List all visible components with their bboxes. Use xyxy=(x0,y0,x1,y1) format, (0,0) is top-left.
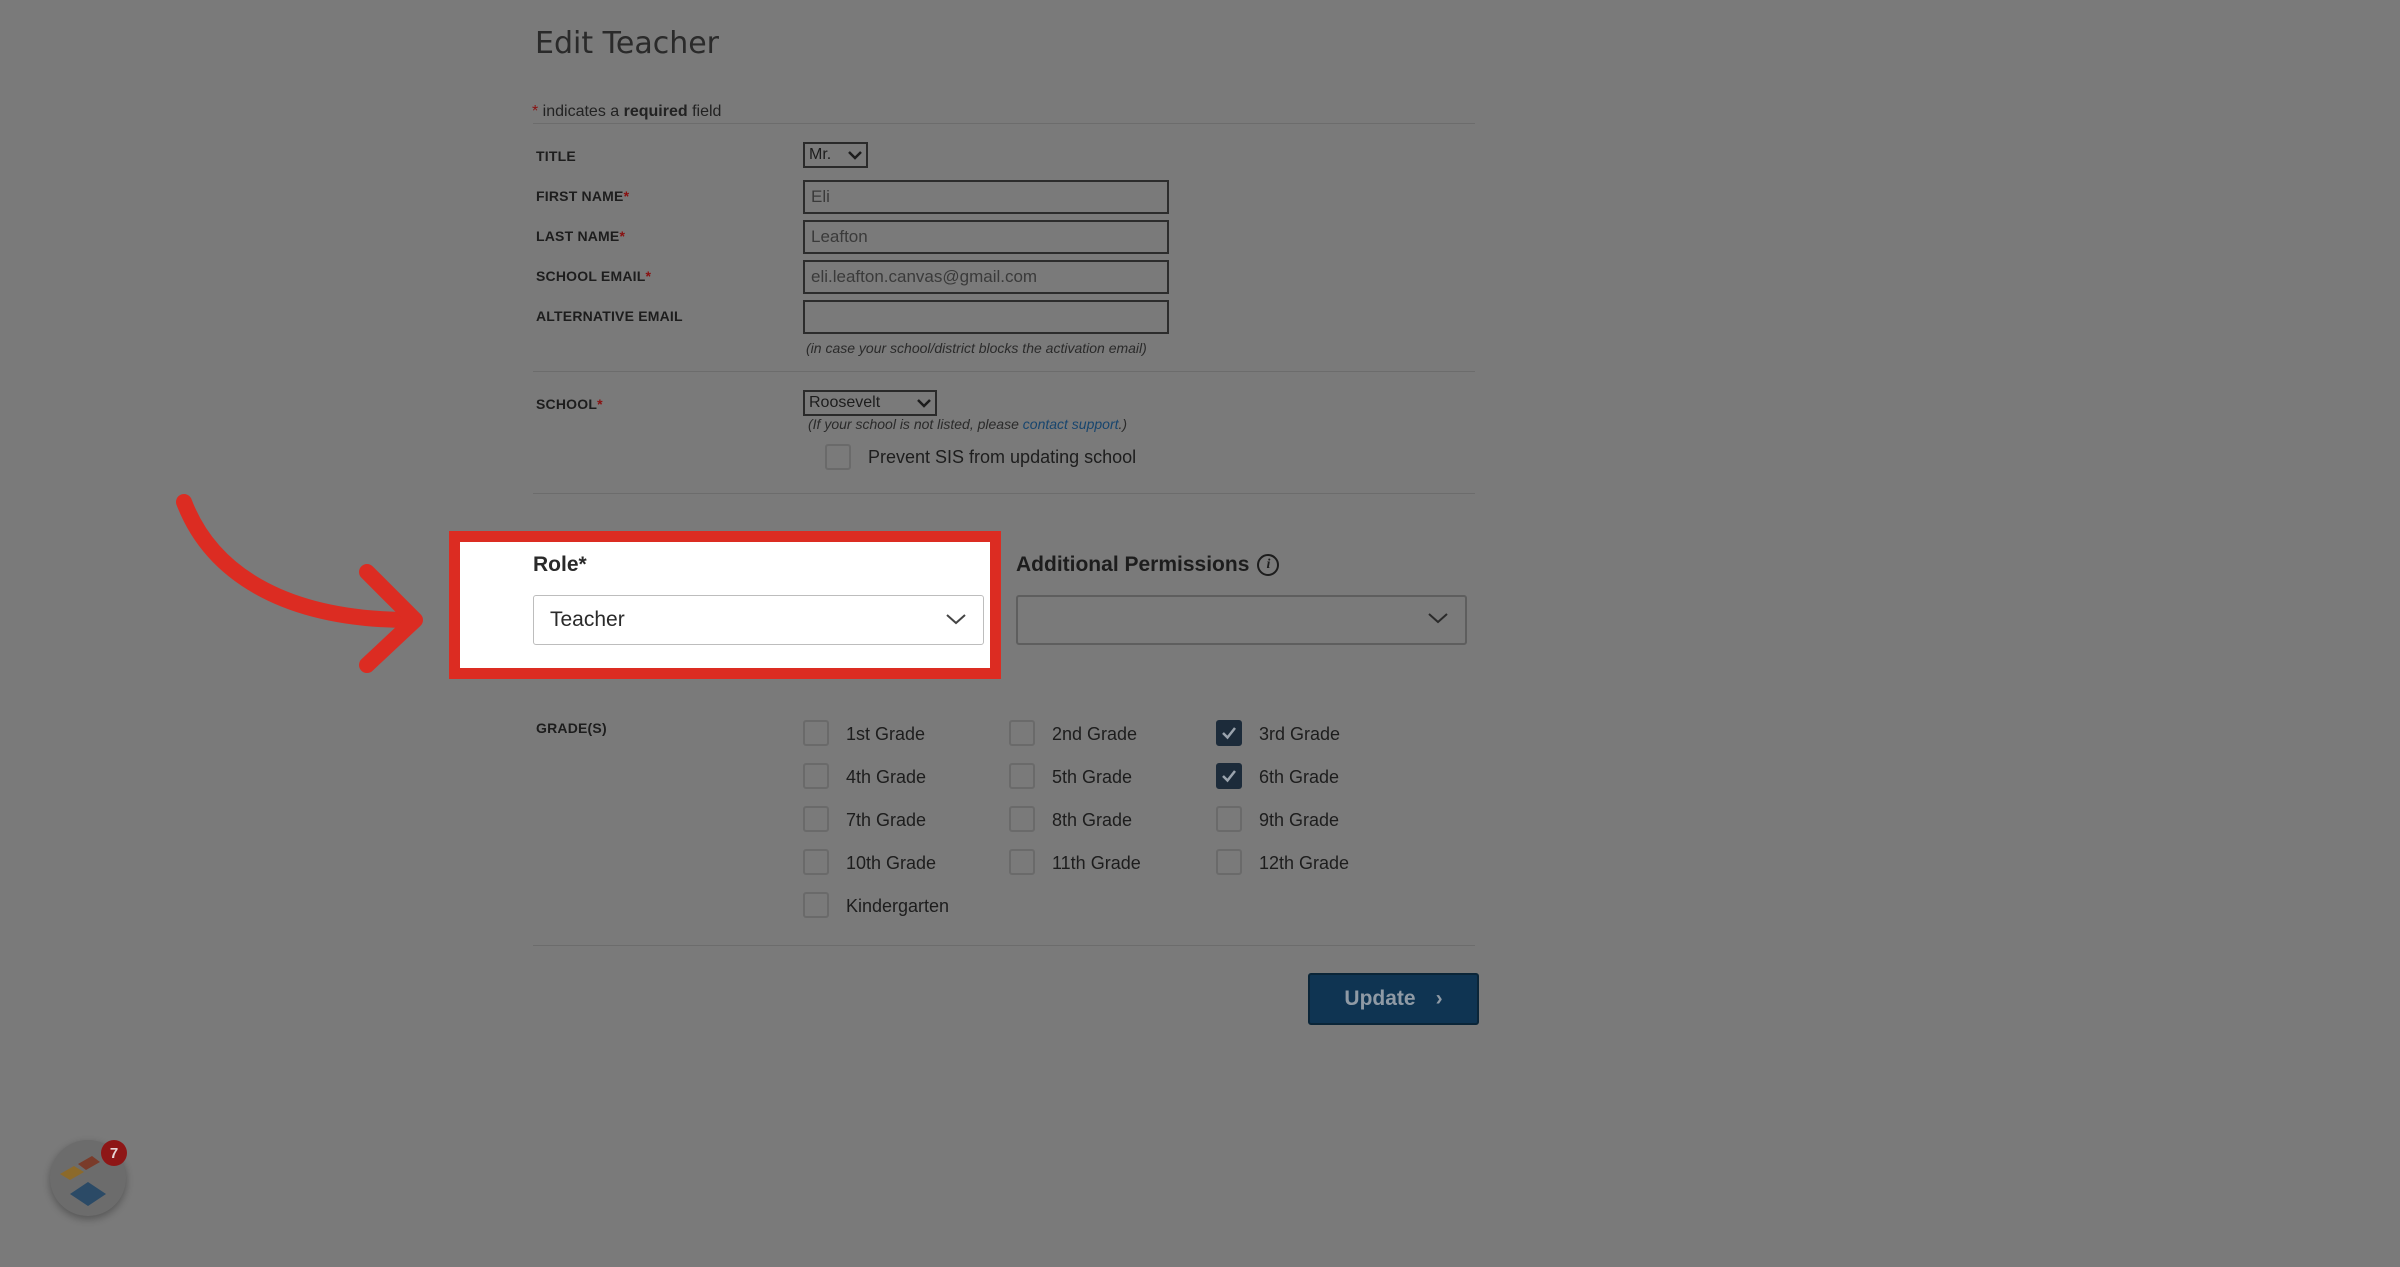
school-select[interactable]: Roosevelt xyxy=(803,390,937,416)
page-title: Edit Teacher xyxy=(535,26,719,61)
grade-checkbox[interactable] xyxy=(1009,849,1035,875)
grade-checkbox[interactable] xyxy=(803,763,829,789)
first-name-label-text: FIRST NAME xyxy=(536,188,624,204)
last-name-label: LAST NAME* xyxy=(536,228,625,244)
first-name-label: FIRST NAME* xyxy=(536,188,629,204)
school-hint: (If your school is not listed, please co… xyxy=(808,416,1127,432)
required-note-tail: field xyxy=(687,103,722,120)
chevron-down-icon xyxy=(1427,611,1449,630)
school-email-input[interactable] xyxy=(803,260,1169,294)
first-name-input[interactable] xyxy=(803,180,1169,214)
required-star: * xyxy=(645,268,652,284)
grade-checkbox[interactable] xyxy=(1009,806,1035,832)
grade-checkbox[interactable] xyxy=(1216,806,1242,832)
school-email-label: SCHOOL EMAIL* xyxy=(536,268,651,284)
school-select-value: Roosevelt xyxy=(809,394,881,411)
grade-label: Kindergarten xyxy=(846,896,950,916)
additional-permissions-text: Additional Permissions xyxy=(1016,553,1250,576)
role-select[interactable]: Teacher xyxy=(533,595,984,645)
grades-label: GRADE(S) xyxy=(536,720,607,736)
required-note-bold: required xyxy=(623,103,688,120)
divider xyxy=(533,945,1475,946)
divider xyxy=(533,371,1475,372)
required-field-note: * indicates a required field xyxy=(532,103,721,121)
checkmark-icon xyxy=(1222,770,1236,783)
school-label: SCHOOL* xyxy=(536,396,603,412)
grade-checkbox[interactable] xyxy=(1216,849,1242,875)
grade-checkbox[interactable] xyxy=(803,720,829,746)
required-star: * xyxy=(623,188,630,204)
update-button-label: Update xyxy=(1344,987,1416,1010)
grade-checkbox[interactable] xyxy=(803,892,829,918)
grade-label: 4th Grade xyxy=(846,767,927,787)
school-label-text: SCHOOL xyxy=(536,396,598,412)
notification-badge: 7 xyxy=(101,1140,127,1166)
alternative-email-hint: (in case your school/district blocks the… xyxy=(806,340,1147,356)
info-icon[interactable]: i xyxy=(1257,554,1280,576)
required-note-text: indicates a xyxy=(538,103,624,120)
role-select-value: Teacher xyxy=(550,608,625,631)
additional-permissions-label: Additional Permissions i xyxy=(1016,553,1280,577)
role-label: Role* xyxy=(533,553,587,576)
grade-label: 1st Grade xyxy=(846,724,926,744)
grade-label: 9th Grade xyxy=(1259,810,1340,830)
grade-label: 3rd Grade xyxy=(1259,724,1341,744)
title-select-value: Mr. xyxy=(809,146,832,163)
chevron-down-icon xyxy=(848,147,862,163)
edit-teacher-form: Edit Teacher * indicates a required fiel… xyxy=(0,0,2400,1267)
title-select[interactable]: Mr. xyxy=(803,142,868,168)
chevron-right-icon: › xyxy=(1435,987,1443,1010)
required-star: * xyxy=(619,228,626,244)
required-star: * xyxy=(597,396,603,412)
grade-label: 12th Grade xyxy=(1259,853,1350,873)
prevent-sis-checkbox[interactable] xyxy=(825,444,851,470)
grade-label: 7th Grade xyxy=(846,810,927,830)
checkmark-icon xyxy=(1222,727,1236,740)
prevent-sis-label: Prevent SIS from updating school xyxy=(868,447,1137,467)
update-button[interactable]: Update › xyxy=(1308,973,1479,1025)
grade-label: 2nd Grade xyxy=(1052,724,1138,744)
chevron-down-icon xyxy=(945,608,967,632)
grade-label: 10th Grade xyxy=(846,853,937,873)
grade-label: 6th Grade xyxy=(1259,767,1340,787)
grade-checkbox[interactable] xyxy=(1009,720,1035,746)
grade-checkbox[interactable] xyxy=(803,806,829,832)
alternative-email-input[interactable] xyxy=(803,300,1169,334)
grade-label: 5th Grade xyxy=(1052,767,1133,787)
last-name-input[interactable] xyxy=(803,220,1169,254)
additional-permissions-select[interactable] xyxy=(1016,595,1467,645)
grade-checkbox[interactable] xyxy=(803,849,829,875)
title-label: TITLE xyxy=(536,148,576,164)
title-label-text: TITLE xyxy=(536,148,576,164)
annotation-arrow-icon xyxy=(176,494,423,673)
grade-label: 11th Grade xyxy=(1052,853,1141,873)
grade-checkbox[interactable] xyxy=(1216,763,1242,789)
grade-checkbox[interactable] xyxy=(1009,763,1035,789)
divider xyxy=(533,123,1475,124)
divider xyxy=(533,493,1475,494)
grade-checkbox[interactable] xyxy=(1216,720,1242,746)
grade-label: 8th Grade xyxy=(1052,810,1133,830)
alternative-email-label: ALTERNATIVE EMAIL xyxy=(536,308,683,324)
chevron-down-icon xyxy=(917,395,931,411)
alternative-email-label-text: ALTERNATIVE EMAIL xyxy=(536,308,683,324)
school-email-label-text: SCHOOL EMAIL xyxy=(536,268,646,284)
school-hint-text: (If your school is not listed, please xyxy=(808,416,1023,432)
contact-support-link[interactable]: contact support xyxy=(1023,416,1119,432)
last-name-label-text: LAST NAME xyxy=(536,228,620,244)
school-hint-tail: .) xyxy=(1118,416,1128,432)
